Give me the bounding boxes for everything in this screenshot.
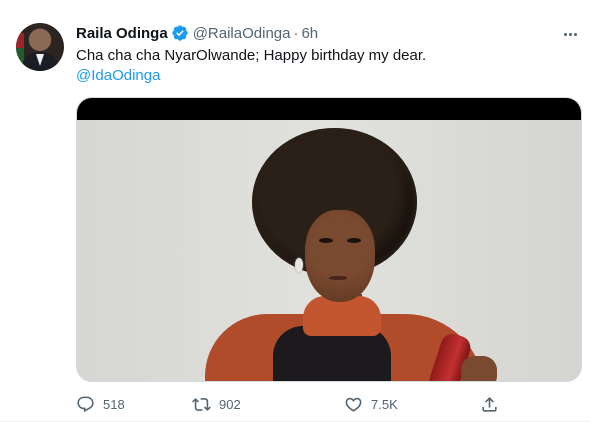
tweet-text: Cha cha cha NyarOlwande; Happy birthday … (76, 47, 427, 64)
photo-figure-collar (303, 296, 381, 336)
photo-figure-face (305, 210, 375, 302)
tweet-timestamp[interactable]: 6h (301, 25, 318, 42)
reply-count: 518 (103, 396, 125, 412)
mention-link[interactable]: @IdaOdinga (76, 66, 160, 86)
more-options-icon[interactable] (560, 24, 580, 44)
tweet-card[interactable]: Raila Odinga @RailaOdinga · 6h Cha cha c… (0, 0, 590, 422)
retweet-button[interactable]: 902 (192, 392, 241, 416)
photo-figure-eye (347, 238, 361, 243)
photo-figure-eye (319, 238, 333, 243)
verified-badge-icon (171, 24, 189, 42)
more-dot (573, 32, 577, 36)
author-handle[interactable]: @RailaOdinga (193, 25, 291, 42)
photo-figure-hand (461, 356, 497, 381)
author-avatar[interactable] (16, 23, 64, 71)
tweet-actions: 518 902 7.5K (76, 392, 506, 416)
more-dot (563, 32, 567, 36)
more-dot (568, 32, 572, 36)
heart-icon (345, 397, 362, 412)
separator-dot: · (293, 24, 299, 42)
like-count: 7.5K (371, 396, 398, 412)
photo-figure-earring (295, 258, 303, 272)
avatar-flag (16, 33, 24, 63)
reply-icon (77, 396, 94, 412)
photo-top-border (77, 98, 581, 120)
author-name[interactable]: Raila Odinga (76, 25, 168, 42)
like-button[interactable]: 7.5K (344, 392, 398, 416)
photo-figure-mouth (329, 276, 347, 280)
retweet-icon (192, 397, 211, 411)
tweet-photo[interactable] (76, 97, 582, 382)
tweet-header: Raila Odinga @RailaOdinga · 6h (76, 22, 318, 44)
reply-button[interactable]: 518 (76, 392, 125, 416)
share-button[interactable] (480, 392, 499, 416)
retweet-count: 902 (219, 396, 241, 412)
share-icon (482, 396, 497, 412)
